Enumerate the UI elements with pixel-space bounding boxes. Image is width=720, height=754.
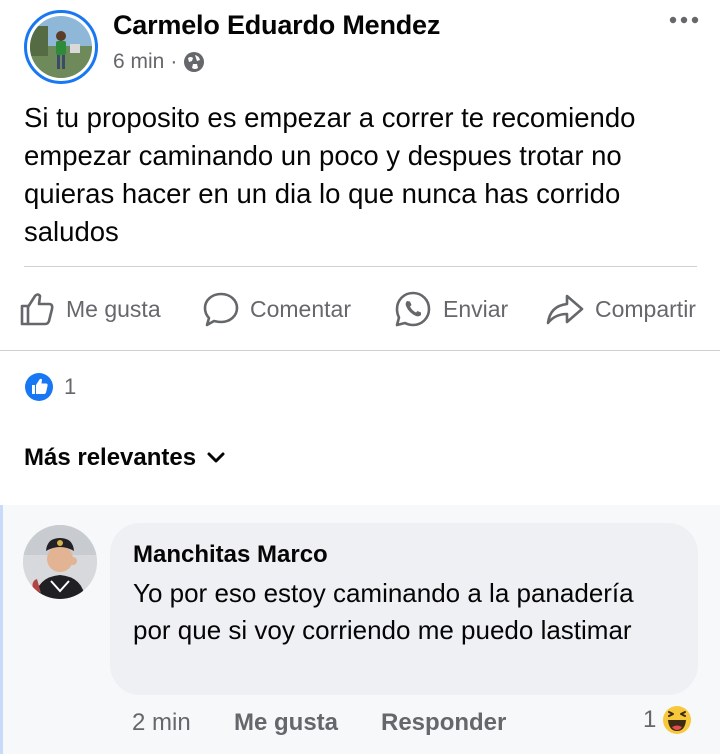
divider — [0, 350, 720, 351]
more-options-icon[interactable] — [668, 12, 700, 28]
comment-bubble[interactable]: Manchitas Marco Yo por eso estoy caminan… — [110, 523, 698, 695]
comment-text: Yo por eso estoy caminando a la panaderí… — [133, 578, 634, 645]
thumbs-up-icon — [20, 293, 54, 326]
comment-reply-button[interactable]: Responder — [381, 709, 506, 737]
whatsapp-icon — [395, 291, 431, 327]
share-button[interactable]: Compartir — [545, 282, 696, 336]
reaction-summary[interactable]: 1 — [24, 372, 76, 402]
avatar-photo — [23, 525, 97, 599]
chevron-down-icon — [207, 452, 225, 463]
meta-separator: · — [170, 50, 178, 73]
comment-item: Manchitas Marco Yo por eso estoy caminan… — [0, 505, 720, 754]
send-label: Enviar — [443, 295, 509, 322]
comment-reactions[interactable]: 1 — [643, 705, 692, 735]
comment-button[interactable]: Comentar — [202, 282, 351, 336]
sort-label: Más relevantes — [24, 444, 197, 471]
avatar-photo — [30, 16, 92, 78]
share-label: Compartir — [595, 295, 696, 322]
commenter-avatar[interactable] — [23, 525, 97, 599]
reaction-count: 1 — [64, 374, 77, 399]
post-actions: Me gusta Comentar Enviar Compartir — [0, 282, 720, 336]
haha-reaction-icon — [663, 706, 692, 734]
comment-icon — [203, 292, 239, 327]
post-meta: 6 min · — [113, 50, 205, 74]
globe-icon — [184, 52, 205, 72]
comment-sort-dropdown[interactable]: Más relevantes — [24, 444, 226, 472]
post-time[interactable]: 6 min — [113, 50, 164, 74]
comment-footer: 2 min Me gusta Responder 1 — [0, 705, 720, 745]
author-name[interactable]: Carmelo Eduardo Mendez — [113, 10, 440, 41]
share-icon — [546, 294, 584, 325]
comment-reaction-count: 1 — [643, 706, 657, 733]
comment-like-button[interactable]: Me gusta — [234, 709, 338, 737]
comment-time: 2 min — [132, 709, 191, 736]
like-button[interactable]: Me gusta — [18, 282, 161, 336]
send-button[interactable]: Enviar — [393, 282, 508, 336]
commenter-name[interactable]: Manchitas Marco — [133, 541, 328, 569]
divider — [24, 266, 697, 267]
like-label: Me gusta — [66, 295, 161, 322]
post-header: Carmelo Eduardo Mendez 6 min · — [0, 0, 720, 95]
author-avatar[interactable] — [24, 10, 98, 84]
post-text: Si tu proposito es empezar a correr te r… — [24, 102, 636, 247]
like-reaction-icon — [25, 373, 53, 401]
comment-label: Comentar — [250, 295, 351, 322]
